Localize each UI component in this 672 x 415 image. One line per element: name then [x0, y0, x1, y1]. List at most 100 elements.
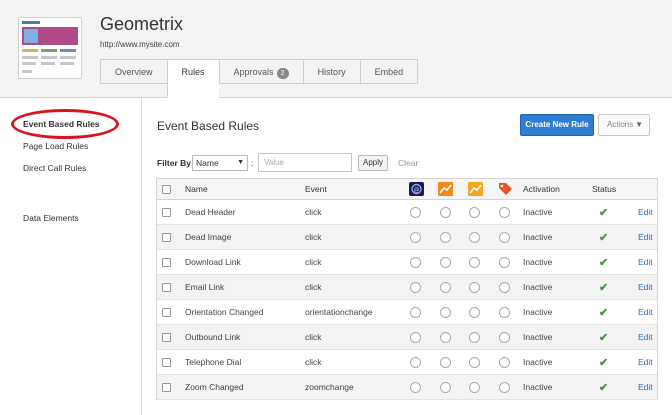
- tab-label: History: [317, 67, 346, 77]
- rule-name[interactable]: Telephone Dial: [185, 350, 241, 374]
- tab-label: Embed: [374, 67, 404, 77]
- rule-activation: Inactive: [523, 382, 553, 392]
- chevron-down-icon: ▼: [635, 120, 643, 129]
- tool-radio[interactable]: [440, 250, 451, 274]
- rule-activation: Inactive: [523, 282, 553, 292]
- tool-radio[interactable]: [410, 375, 421, 399]
- tool-radio[interactable]: [410, 225, 421, 249]
- sidebar-item-direct-call-rules[interactable]: Direct Call Rules: [23, 163, 86, 173]
- rule-activation: Inactive: [523, 307, 553, 317]
- tool-radio[interactable]: [499, 200, 510, 224]
- tool-radio[interactable]: [469, 300, 480, 324]
- adobe-analytics-icon: @: [409, 179, 424, 199]
- tool-radio[interactable]: [499, 300, 510, 324]
- tool-radio[interactable]: [440, 350, 451, 374]
- edit-link[interactable]: Edit: [638, 250, 653, 274]
- row-checkbox[interactable]: [162, 325, 171, 349]
- orange-chart-icon-2: [468, 179, 483, 199]
- filter-colon: :: [251, 158, 254, 168]
- tool-radio[interactable]: [469, 225, 480, 249]
- row-checkbox[interactable]: [162, 375, 171, 399]
- rule-name[interactable]: Download Link: [185, 250, 241, 274]
- tool-radio[interactable]: [410, 300, 421, 324]
- rule-name[interactable]: Zoom Changed: [185, 375, 244, 399]
- edit-link[interactable]: Edit: [638, 225, 653, 249]
- filter-value-input[interactable]: Value: [258, 153, 352, 172]
- actions-dropdown[interactable]: Actions ▼: [598, 114, 650, 136]
- tab-rules[interactable]: Rules: [166, 59, 219, 98]
- edit-link[interactable]: Edit: [638, 200, 653, 224]
- row-checkbox[interactable]: [162, 275, 171, 299]
- rule-activation: Inactive: [523, 257, 553, 267]
- column-header-event[interactable]: Event: [305, 179, 327, 199]
- row-checkbox[interactable]: [162, 350, 171, 374]
- filter-field-select[interactable]: Name ▼: [192, 155, 248, 171]
- tab-embed[interactable]: Embed: [359, 59, 419, 84]
- column-header-name[interactable]: Name: [185, 179, 208, 199]
- edit-link[interactable]: Edit: [638, 375, 653, 399]
- select-all-checkbox[interactable]: [162, 179, 171, 199]
- rule-activation: Inactive: [523, 357, 553, 367]
- tool-radio[interactable]: [440, 275, 451, 299]
- tool-radio[interactable]: [440, 375, 451, 399]
- rule-event: orientationchange: [305, 307, 373, 317]
- clear-link[interactable]: Clear: [398, 158, 418, 168]
- column-header-status[interactable]: Status: [592, 179, 616, 199]
- actions-label: Actions: [607, 120, 634, 129]
- tab-approvals[interactable]: Approvals 2: [218, 59, 303, 84]
- edit-link[interactable]: Edit: [638, 300, 653, 324]
- approvals-count-badge: 2: [276, 68, 289, 79]
- row-checkbox[interactable]: [162, 300, 171, 324]
- edit-link[interactable]: Edit: [638, 325, 653, 349]
- tool-radio[interactable]: [469, 200, 480, 224]
- table-row: Download Link click Inactive ✔ Edit: [157, 250, 657, 275]
- rule-name[interactable]: Dead Image: [185, 225, 231, 249]
- property-header: Geometrix http://www.mysite.com Overview…: [0, 0, 672, 98]
- column-header-activation[interactable]: Activation: [523, 179, 560, 199]
- rule-event: click: [305, 232, 322, 242]
- tool-radio[interactable]: [499, 375, 510, 399]
- tool-radio[interactable]: [469, 350, 480, 374]
- tool-radio[interactable]: [469, 375, 480, 399]
- tool-radio[interactable]: [410, 325, 421, 349]
- tool-radio[interactable]: [410, 275, 421, 299]
- apply-button[interactable]: Apply: [358, 155, 388, 171]
- orange-chart-icon: [438, 179, 453, 199]
- rule-name[interactable]: Dead Header: [185, 200, 236, 224]
- tool-radio[interactable]: [499, 225, 510, 249]
- rule-name[interactable]: Outbound Link: [185, 325, 240, 349]
- tool-radio[interactable]: [499, 275, 510, 299]
- rule-event: click: [305, 207, 322, 217]
- sidebar-item-data-elements[interactable]: Data Elements: [23, 213, 79, 223]
- tab-bar: Overview Rules Approvals 2 History Embed: [100, 59, 419, 98]
- tool-radio[interactable]: [410, 250, 421, 274]
- tool-radio[interactable]: [410, 350, 421, 374]
- sidebar-item-event-based-rules[interactable]: Event Based Rules: [23, 119, 100, 129]
- sidebar-item-page-load-rules[interactable]: Page Load Rules: [23, 141, 88, 151]
- status-check-icon: ✔: [599, 206, 609, 219]
- filter-label: Filter By: [157, 158, 192, 168]
- edit-link[interactable]: Edit: [638, 275, 653, 299]
- tool-radio[interactable]: [440, 225, 451, 249]
- tool-radio[interactable]: [440, 200, 451, 224]
- tool-radio[interactable]: [469, 275, 480, 299]
- edit-link[interactable]: Edit: [638, 350, 653, 374]
- rule-name[interactable]: Email Link: [185, 275, 224, 299]
- tool-radio[interactable]: [469, 325, 480, 349]
- tool-radio[interactable]: [410, 200, 421, 224]
- create-new-rule-button[interactable]: Create New Rule: [520, 114, 594, 136]
- row-checkbox[interactable]: [162, 225, 171, 249]
- rule-event: click: [305, 257, 322, 267]
- tool-radio[interactable]: [440, 300, 451, 324]
- status-check-icon: ✔: [599, 331, 609, 344]
- row-checkbox[interactable]: [162, 250, 171, 274]
- row-checkbox[interactable]: [162, 200, 171, 224]
- rule-name[interactable]: Orientation Changed: [185, 300, 263, 324]
- tool-radio[interactable]: [499, 325, 510, 349]
- tool-radio[interactable]: [469, 250, 480, 274]
- tool-radio[interactable]: [499, 350, 510, 374]
- tool-radio[interactable]: [440, 325, 451, 349]
- tab-overview[interactable]: Overview: [100, 59, 167, 84]
- tab-history[interactable]: History: [302, 59, 360, 84]
- tool-radio[interactable]: [499, 250, 510, 274]
